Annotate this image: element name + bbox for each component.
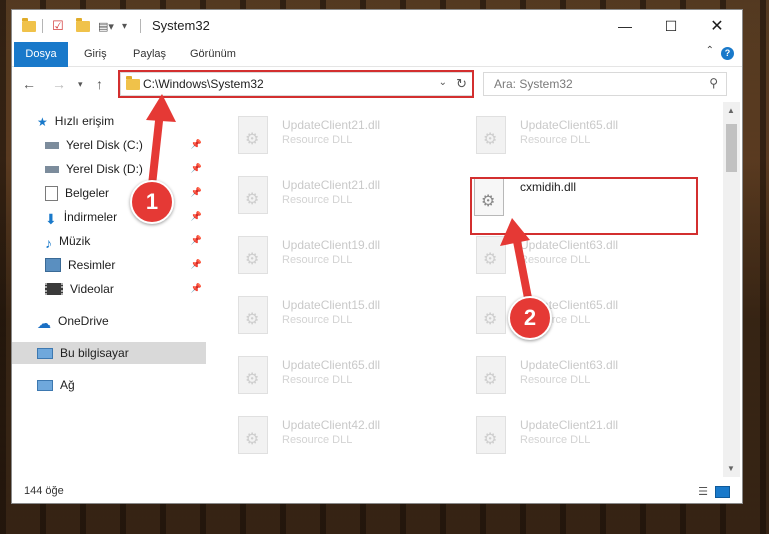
arrow-1 (146, 94, 176, 186)
annotation-arrows (146, 94, 532, 299)
step-badge-2: 2 (508, 296, 552, 340)
arrow-2 (500, 218, 532, 299)
step-badge-1: 1 (130, 180, 174, 224)
